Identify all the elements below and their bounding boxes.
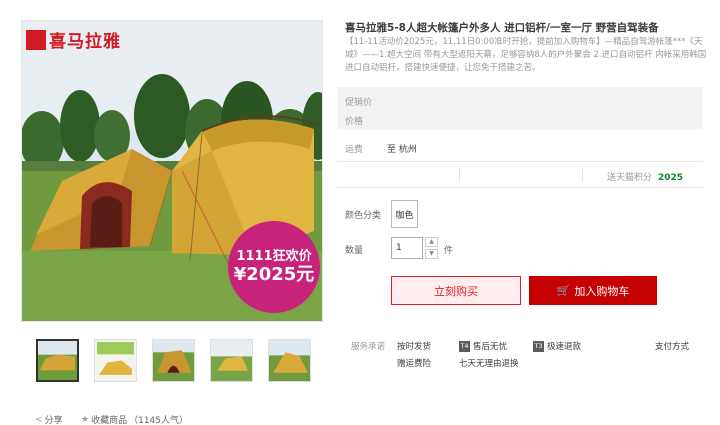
- brand-mountain-icon: [26, 29, 46, 50]
- price-badge: 1111狂欢价 ¥2025元: [228, 221, 320, 313]
- service-item[interactable]: T4 售后无忧: [459, 340, 507, 352]
- thumbnail-2[interactable]: [94, 339, 137, 382]
- tmall-points: 送天猫积分 2025: [607, 170, 683, 183]
- brand-logo: 喜马拉雅: [26, 27, 121, 52]
- service-text: 售后无忧: [473, 342, 508, 352]
- divider: [337, 187, 703, 188]
- price-badge-price: ¥2025元: [233, 264, 315, 285]
- favorite-count: （1145人气）: [129, 416, 188, 425]
- service-text: 赠运费险: [397, 359, 432, 369]
- price-block: 促销价 价格: [337, 87, 703, 130]
- quantity-decrease-icon[interactable]: ▼: [425, 249, 438, 259]
- thumbnail-image: [95, 340, 136, 381]
- favorite-link[interactable]: ★ 收藏商品 （1145人气）: [81, 413, 188, 425]
- service-text: 极速退款: [547, 342, 582, 352]
- location-prefix: 至: [387, 145, 397, 155]
- t3-badge-icon: T3: [533, 340, 544, 352]
- thumbnail-4[interactable]: [210, 339, 253, 382]
- star-icon: ★: [81, 414, 90, 425]
- service-label: 服务承诺: [351, 342, 386, 352]
- divider: [337, 161, 703, 162]
- thumbnail-image: [211, 340, 252, 381]
- thumbnail-3[interactable]: [152, 339, 195, 382]
- product-subtitle: 【11-11活动价2025元，11.11日0:00准时开抢，提前加入购物车】—精…: [345, 37, 707, 73]
- price-badge-title: 1111狂欢价: [236, 249, 312, 264]
- cart-icon: 🛒: [556, 284, 571, 297]
- add-to-cart-label: 加入购物车: [574, 284, 630, 298]
- t4-badge-icon: T4: [459, 340, 470, 352]
- color-option[interactable]: 咖色: [391, 200, 418, 228]
- share-label: 分享: [44, 416, 63, 425]
- thumbnail-strip: [36, 339, 311, 382]
- price-label: 价格: [345, 117, 364, 127]
- thumbnail-image: [269, 340, 310, 381]
- thumbnail-1[interactable]: [36, 339, 79, 382]
- add-to-cart-button[interactable]: 🛒 加入购物车: [529, 276, 657, 305]
- thumbnail-5[interactable]: [268, 339, 311, 382]
- thumbnail-image: [153, 340, 194, 381]
- service-item[interactable]: 赠运费险: [397, 357, 431, 369]
- shipping-location[interactable]: 至 杭州: [387, 142, 417, 155]
- brand-logo-text: 喜马拉雅: [49, 32, 121, 52]
- share-icon: <: [35, 414, 43, 425]
- thumbnail-image: [38, 341, 77, 380]
- location-city: 杭州: [398, 145, 417, 155]
- divider: [459, 168, 460, 182]
- buy-now-button[interactable]: 立刻购买: [391, 276, 521, 305]
- quantity-input[interactable]: [391, 237, 423, 259]
- service-item[interactable]: 七天无理由退换: [459, 357, 519, 369]
- quantity-label: 数量: [345, 246, 364, 256]
- product-title: 喜马拉雅5-8人超大帐篷户外多人 进口铝杆/一室一厅 野营自驾装备: [345, 22, 659, 34]
- favorite-label: 收藏商品: [91, 416, 128, 425]
- quantity-unit: 件: [444, 246, 454, 256]
- divider: [582, 168, 583, 182]
- color-label: 颜色分类: [345, 211, 382, 221]
- shipping-label: 运费: [345, 145, 364, 155]
- main-product-image[interactable]: 喜马拉雅 1111狂欢价 ¥2025元: [21, 20, 323, 322]
- quantity-increase-icon[interactable]: ▲: [425, 237, 438, 247]
- promo-price-label: 促销价: [345, 98, 373, 108]
- product-page: 喜马拉雅 1111狂欢价 ¥2025元 < 分享 ★ 收藏商品 （1145人气）…: [0, 0, 720, 425]
- share-link[interactable]: < 分享: [35, 413, 63, 425]
- service-item[interactable]: T3 极速退款: [533, 340, 581, 352]
- payment-method-label[interactable]: 支付方式: [655, 340, 689, 352]
- service-text: 七天无理由退换: [459, 359, 519, 369]
- service-item[interactable]: 按时发货: [397, 340, 431, 352]
- points-label: 送天猫积分: [607, 173, 653, 183]
- quantity-stepper: ▲ ▼: [425, 237, 438, 261]
- points-value: 2025: [658, 173, 684, 183]
- service-text: 按时发货: [397, 342, 432, 352]
